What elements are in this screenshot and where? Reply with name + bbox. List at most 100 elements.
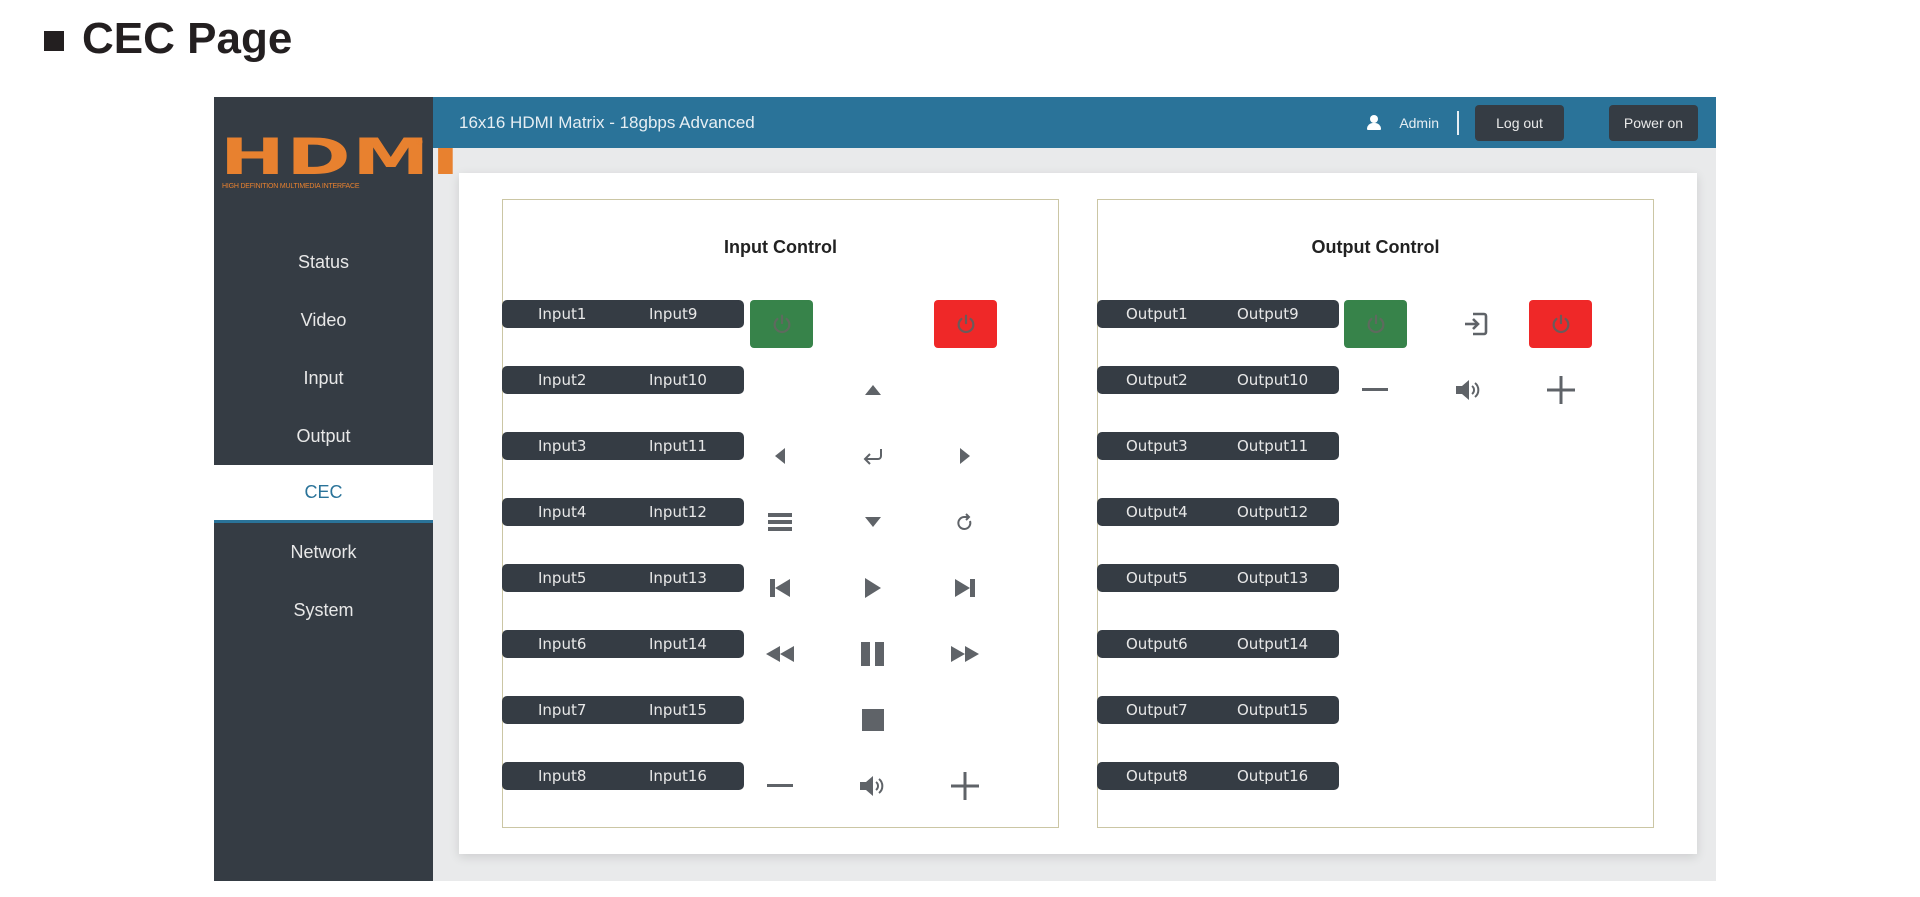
divider [1457,110,1459,135]
sidebar-item-cec[interactable]: CEC [214,465,433,523]
input-power-off-button[interactable] [934,300,997,348]
input-6[interactable]: Input6 [538,635,586,653]
input-row: Input5 Input13 [502,564,744,592]
sidebar-item-output[interactable]: Output [214,407,433,465]
output-6[interactable]: Output6 [1126,635,1188,653]
fast-forward-button[interactable] [945,634,985,674]
user-icon [1367,114,1382,131]
input-7[interactable]: Input7 [538,701,586,719]
output-mute-button[interactable] [1449,370,1489,410]
left-button[interactable] [760,436,800,476]
fast-forward-icon [951,646,979,662]
power-on-button[interactable]: Power on [1609,104,1698,141]
output-volume-down-button[interactable] [1355,370,1395,410]
output-10[interactable]: Output10 [1237,371,1308,389]
down-button[interactable] [853,502,893,542]
input-row: Input6 Input14 [502,630,744,658]
input-row: Input8 Input16 [502,762,744,790]
output-row: Output5 Output13 [1097,564,1339,592]
output-2[interactable]: Output2 [1126,371,1188,389]
output-8[interactable]: Output8 [1126,767,1188,785]
output-15[interactable]: Output15 [1237,701,1308,719]
up-button[interactable] [853,370,893,410]
input-control-title: Input Control [724,237,837,257]
input-3[interactable]: Input3 [538,437,586,455]
input-row: Input3 Input11 [502,432,744,460]
output-12[interactable]: Output12 [1237,503,1308,521]
input-9[interactable]: Input9 [649,305,697,323]
input-row: Input4 Input12 [502,498,744,526]
output-13[interactable]: Output13 [1237,569,1308,587]
output-power-off-button[interactable] [1529,300,1592,348]
volume-down-icon [767,784,793,787]
source-button[interactable] [1456,304,1496,344]
output-5[interactable]: Output5 [1126,569,1188,587]
input-11[interactable]: Input11 [649,437,707,455]
output-16[interactable]: Output16 [1237,767,1308,785]
next-button[interactable] [945,568,985,608]
left-arrow-icon [775,448,785,464]
output-11[interactable]: Output11 [1237,437,1308,455]
down-arrow-icon [865,517,881,527]
output-14[interactable]: Output14 [1237,635,1308,653]
power-off-icon [957,314,974,334]
menu-button[interactable] [760,502,800,542]
output-9[interactable]: Output9 [1237,305,1299,323]
mute-button[interactable] [853,766,893,806]
right-arrow-icon [960,448,970,464]
sidebar-nav: Status Video Input Output CEC Network Sy… [214,233,433,639]
input-control-box: Input Control Input1 Input9 Input2 Input10… [502,199,1059,828]
stop-button[interactable] [853,700,893,740]
input-8[interactable]: Input8 [538,767,586,785]
sidebar-item-network[interactable]: Network [214,523,433,581]
input-2[interactable]: Input2 [538,371,586,389]
sidebar-item-input[interactable]: Input [214,349,433,407]
output-power-on-button[interactable] [1344,300,1407,348]
output-1[interactable]: Output1 [1126,305,1188,323]
input-15[interactable]: Input15 [649,701,707,719]
sidebar-item-status[interactable]: Status [214,233,433,291]
play-button[interactable] [853,568,893,608]
volume-up-button[interactable] [945,766,985,806]
input-4[interactable]: Input4 [538,503,586,521]
output-row: Output1 Output9 [1097,300,1339,328]
hdmi-logo: HDMI ® HIGH DEFINITION MULTIMEDIA INTERF… [220,132,460,190]
rewind-button[interactable] [760,634,800,674]
output-row: Output3 Output11 [1097,432,1339,460]
output-row: Output2 Output10 [1097,366,1339,394]
page-heading-text: CEC Page [82,14,293,63]
input-14[interactable]: Input14 [649,635,707,653]
power-on-icon [773,314,790,334]
enter-icon [863,449,882,465]
input-16[interactable]: Input16 [649,767,707,785]
registered-icon: ® [416,137,423,147]
pause-button[interactable] [853,634,893,674]
previous-button[interactable] [760,568,800,608]
output-3[interactable]: Output3 [1126,437,1188,455]
output-volume-up-button[interactable] [1541,370,1581,410]
volume-down-button[interactable] [760,766,800,806]
input-13[interactable]: Input13 [649,569,707,587]
logout-button[interactable]: Log out [1475,104,1564,141]
output-7[interactable]: Output7 [1126,701,1188,719]
sidebar-item-system[interactable]: System [214,581,433,639]
enter-button[interactable] [853,436,893,476]
input-12[interactable]: Input12 [649,503,707,521]
input-5[interactable]: Input5 [538,569,586,587]
output-control-title: Output Control [1311,237,1440,257]
input-row: Input2 Input10 [502,366,744,394]
input-10[interactable]: Input10 [649,371,707,389]
back-button[interactable] [945,502,985,542]
input-row: Input1 Input9 [502,300,744,328]
app-title: 16x16 HDMI Matrix - 18gbps Advanced [459,112,755,132]
back-icon [957,513,972,530]
user-area: Admin Log out Power on [1367,97,1716,148]
output-row: Output4 Output12 [1097,498,1339,526]
output-4[interactable]: Output4 [1126,503,1188,521]
input-power-on-button[interactable] [750,300,813,348]
input-1[interactable]: Input1 [538,305,586,323]
power-off-icon [1552,314,1569,334]
right-button[interactable] [945,436,985,476]
sidebar-item-video[interactable]: Video [214,291,433,349]
user-name: Admin [1399,114,1439,131]
